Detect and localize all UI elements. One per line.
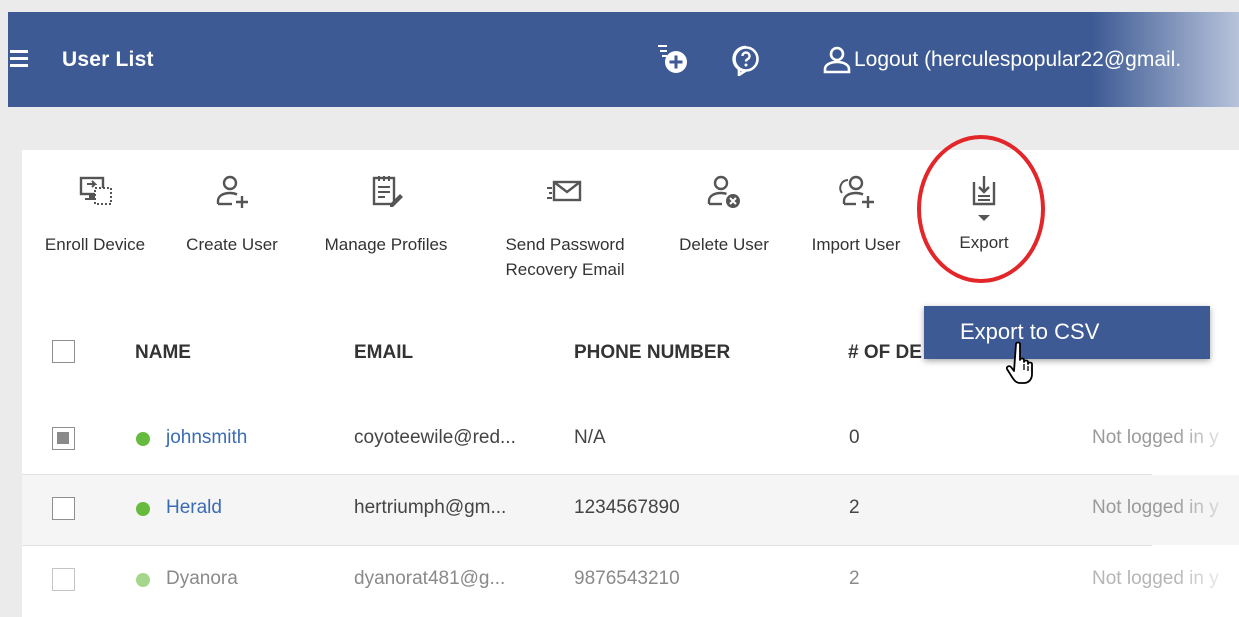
delete-user-button[interactable]: Delete User xyxy=(668,174,780,257)
user-last-login: Not logged in y xyxy=(1092,427,1219,448)
column-header-devices[interactable]: # OF DE xyxy=(848,342,922,364)
page-title: User List xyxy=(62,48,154,71)
delete-user-label: Delete User xyxy=(679,235,769,254)
send-password-recovery-button[interactable]: Send Password Recovery Email xyxy=(490,174,640,282)
status-indicator xyxy=(136,502,150,516)
user-device-count: 0 xyxy=(849,427,860,448)
row-checkbox[interactable] xyxy=(52,497,75,520)
user-last-login: Not logged in y xyxy=(1092,568,1219,589)
user-icon[interactable] xyxy=(822,45,852,75)
select-all-checkbox[interactable] xyxy=(52,340,75,363)
create-user-label: Create User xyxy=(186,235,278,254)
column-header-name[interactable]: NAME xyxy=(135,342,191,364)
enroll-device-icon xyxy=(79,176,112,205)
create-user-button[interactable]: Create User xyxy=(176,174,288,257)
export-dropdown-menu: Export to CSV xyxy=(924,306,1210,359)
row-checkbox[interactable] xyxy=(52,427,75,450)
manage-profiles-button[interactable]: Manage Profiles xyxy=(312,174,460,257)
import-user-label: Import User xyxy=(811,235,901,254)
column-header-email[interactable]: EMAIL xyxy=(354,342,413,364)
user-email: coyoteewile@red... xyxy=(354,427,516,448)
user-name-link[interactable]: Dyanora xyxy=(166,568,238,590)
user-email: hertriumph@gm... xyxy=(354,497,507,518)
manage-profiles-label: Manage Profiles xyxy=(324,235,448,254)
enroll-device-label: Enroll Device xyxy=(44,235,146,254)
row-checkbox[interactable] xyxy=(52,568,75,591)
delete-user-icon xyxy=(707,175,740,208)
user-name-link[interactable]: johnsmith xyxy=(166,427,247,449)
manage-profiles-icon xyxy=(372,176,403,207)
user-phone: 1234567890 xyxy=(574,497,680,518)
user-phone: N/A xyxy=(574,427,606,448)
user-email: dyanorat481@g... xyxy=(354,568,506,589)
status-indicator xyxy=(136,432,150,446)
send-password-label-1: Send Password xyxy=(505,235,625,254)
send-password-label-2: Recovery Email xyxy=(505,260,625,279)
user-device-count: 2 xyxy=(849,497,860,518)
status-indicator xyxy=(136,573,150,587)
mail-icon xyxy=(547,180,582,202)
help-icon[interactable] xyxy=(730,44,762,76)
menu-icon[interactable] xyxy=(10,50,30,70)
export-highlight-circle xyxy=(917,135,1045,283)
top-header: User List Logout (herculespopular22@gmai… xyxy=(8,12,1239,107)
logout-link[interactable]: Logout (herculespopular22@gmail. xyxy=(854,48,1181,72)
enroll-device-button[interactable]: Enroll Device xyxy=(36,174,154,257)
user-name-link[interactable]: Herald xyxy=(166,497,222,519)
user-device-count: 2 xyxy=(849,568,860,589)
add-task-icon[interactable] xyxy=(656,42,690,76)
create-user-icon xyxy=(216,175,248,208)
user-last-login: Not logged in y xyxy=(1092,497,1219,518)
import-user-icon xyxy=(839,175,874,208)
import-user-button[interactable]: Import User xyxy=(800,174,912,257)
hand-cursor-icon xyxy=(1006,341,1033,384)
user-phone: 9876543210 xyxy=(574,568,680,589)
column-header-phone[interactable]: PHONE NUMBER xyxy=(574,342,730,364)
